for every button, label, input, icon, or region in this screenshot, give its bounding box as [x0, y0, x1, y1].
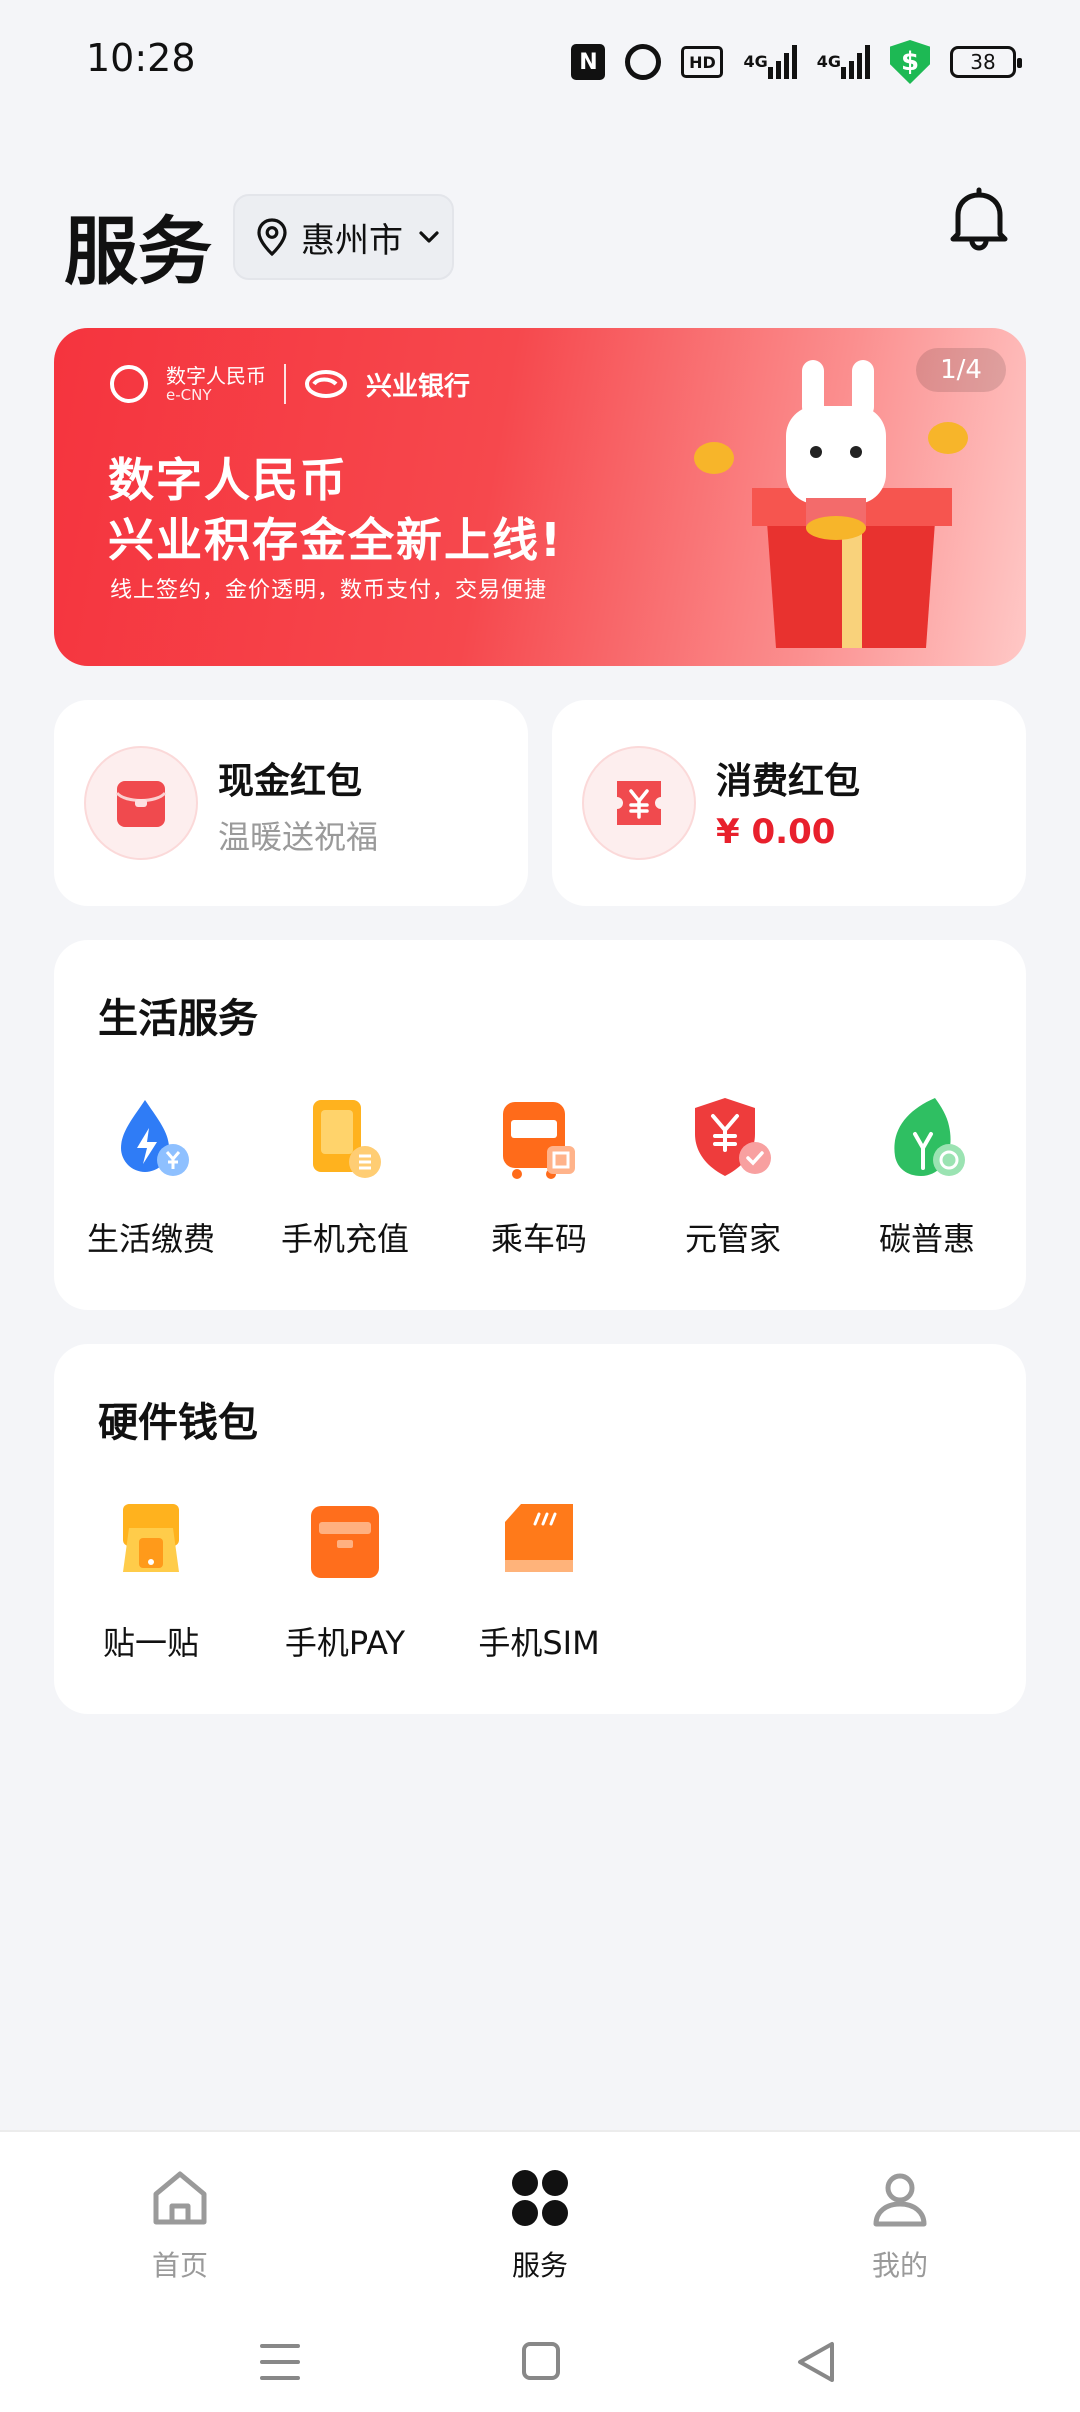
service-label: 生活缴费	[86, 1220, 215, 1258]
hw-phone-sim[interactable]: 手机SIM	[442, 1494, 636, 1684]
signal-4g-label: 4G	[816, 52, 841, 71]
nfc-icon: N	[571, 44, 606, 80]
section-title: 硬件钱包	[98, 1400, 258, 1446]
banner-page-counter: 1/4	[916, 348, 1006, 392]
signal-4g-icon: 4G	[743, 45, 797, 79]
consume-packet-title: 消费红包	[716, 761, 861, 802]
city-label: 惠州市	[301, 220, 403, 261]
nav-label: 我的	[871, 2249, 928, 2282]
chevron-down-icon	[419, 231, 439, 243]
page-title: 服务	[64, 209, 212, 295]
home-icon	[153, 2171, 207, 2225]
service-bus-code[interactable]: 乘车码	[442, 1090, 636, 1280]
section-title: 生活服务	[98, 996, 258, 1042]
hw-label: 贴一贴	[102, 1624, 199, 1662]
service-label: 手机充值	[280, 1220, 409, 1258]
security-shield-icon: $	[890, 40, 930, 84]
signal-4g-icon: 4G	[817, 45, 870, 79]
sim-card-icon	[505, 1504, 573, 1572]
service-label: 碳普惠	[878, 1220, 975, 1258]
consume-red-packet-card[interactable]: 消费红包 ¥ 0.00	[552, 700, 1026, 906]
utility-bill-icon	[121, 1100, 189, 1176]
services-grid-icon	[512, 2170, 568, 2226]
red-envelope-icon	[84, 746, 198, 860]
hw-label: 手机PAY	[284, 1624, 406, 1662]
service-label: 乘车码	[490, 1220, 587, 1258]
signal-bars-icon	[767, 45, 797, 79]
bottom-navigation: 首页 服务 我的	[0, 2130, 1080, 2412]
phone-pay-icon	[311, 1506, 379, 1578]
menu-icon[interactable]	[240, 2322, 320, 2402]
cash-red-packet-card[interactable]: 现金红包 温暖送祝福	[54, 700, 528, 906]
ecny-logo-cn: 数字人民币	[166, 363, 266, 388]
banner-title-line2: 兴业积存金全新上线!	[108, 513, 563, 567]
alarm-icon	[625, 44, 662, 80]
nav-services[interactable]: 服务	[440, 2152, 640, 2302]
ecny-logo-text: 数字人民币 e-CNY	[166, 365, 266, 404]
carbon-leaf-icon	[894, 1098, 965, 1176]
service-phone-topup[interactable]: 手机充值	[248, 1090, 442, 1280]
bus-code-icon	[503, 1102, 575, 1179]
cash-packet-title: 现金红包	[218, 761, 363, 802]
city-selector[interactable]: 惠州市	[233, 194, 454, 280]
signal-4g-label: 4G	[743, 52, 768, 71]
nav-label: 服务	[511, 2249, 568, 2282]
status-bar: 10:28 N HD 4G 4G $ 38	[0, 0, 1080, 125]
status-time: 10:28	[86, 36, 196, 80]
service-wallet-guard[interactable]: 元管家	[636, 1090, 830, 1280]
service-label: 元管家	[684, 1220, 781, 1258]
service-carbon[interactable]: 碳普惠	[830, 1090, 1024, 1280]
hw-tap-pay[interactable]: 贴一贴	[54, 1494, 248, 1684]
hardware-wallet-section: 硬件钱包 贴一贴 手机PAY 手机SIM	[54, 1344, 1026, 1714]
hd-icon: HD	[681, 46, 724, 78]
promo-banner[interactable]: 数字人民币 e-CNY 兴业银行 数字人民币 兴业积存金全新上线! 线上签约，金…	[54, 328, 1026, 666]
profile-icon	[873, 2173, 927, 2227]
signal-bars-icon	[841, 45, 870, 79]
services-page: 10:28 N HD 4G 4G $ 38 服务 惠州市 数字人民币 e-CNY…	[0, 0, 1080, 2412]
bell-icon[interactable]	[944, 184, 1014, 254]
system-navigation-bar	[0, 2322, 1080, 2402]
location-pin-icon	[257, 218, 287, 257]
ecny-logo-icon	[110, 365, 148, 403]
home-square-icon[interactable]	[500, 2322, 580, 2402]
mascot-gift-illustration	[694, 360, 968, 648]
logo-divider	[284, 364, 286, 404]
hw-label: 手机SIM	[478, 1624, 600, 1662]
nav-label: 首页	[151, 2249, 208, 2282]
nav-profile[interactable]: 我的	[800, 2152, 1000, 2302]
banner-logos: 数字人民币 e-CNY 兴业银行	[110, 364, 470, 404]
status-icons: N HD 4G 4G $ 38	[571, 38, 1022, 86]
battery-icon: 38	[950, 46, 1022, 78]
tap-pay-icon	[123, 1504, 179, 1572]
banner-subtitle: 线上签约，金价透明，数币支付，交易便捷	[110, 578, 548, 603]
life-services-section: 生活服务 生活缴费 手机充值 乘车码 元管家 碳普惠	[54, 940, 1026, 1310]
bank-logo-text: 兴业银行	[366, 371, 471, 402]
nav-home[interactable]: 首页	[80, 2152, 280, 2302]
cash-packet-subtitle: 温暖送祝福	[218, 818, 379, 856]
back-triangle-icon[interactable]	[776, 2322, 856, 2402]
bank-logo-icon	[305, 370, 347, 398]
hw-phone-pay[interactable]: 手机PAY	[248, 1494, 442, 1684]
wallet-guard-icon	[695, 1098, 771, 1176]
coupon-yuan-icon	[582, 746, 696, 860]
ecny-logo-en: e-CNY	[166, 385, 212, 404]
consume-packet-amount: ¥ 0.00	[716, 812, 836, 852]
banner-title-line1: 数字人民币	[108, 453, 348, 507]
phone-topup-icon	[313, 1100, 381, 1178]
service-utility-bill[interactable]: 生活缴费	[54, 1090, 248, 1280]
